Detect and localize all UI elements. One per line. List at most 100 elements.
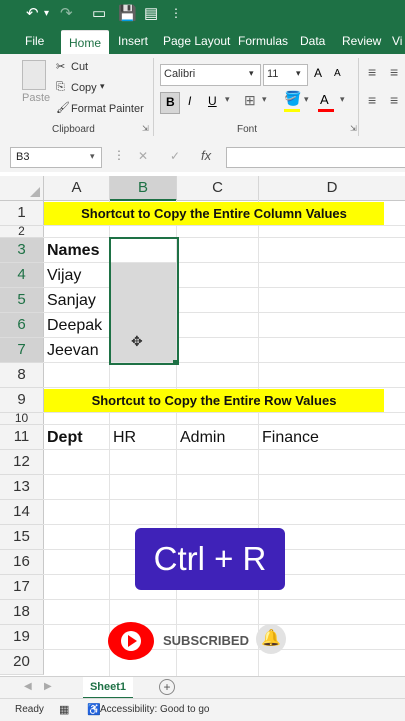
chevron-down-icon[interactable]: ▾ bbox=[304, 94, 309, 105]
dept-value-cell[interactable]: HR bbox=[113, 429, 136, 447]
italic-button[interactable]: I bbox=[188, 94, 191, 108]
row-header-14[interactable]: 14 bbox=[0, 500, 44, 525]
ribbon-tabs: File Home Insert Page Layout Formulas Da… bbox=[0, 28, 405, 55]
enter-icon[interactable]: ✓ bbox=[170, 149, 180, 163]
dept-value-cell[interactable]: Admin bbox=[180, 429, 225, 447]
tab-data[interactable]: Data bbox=[300, 28, 325, 54]
redo-icon[interactable]: ↷ bbox=[60, 4, 73, 22]
touch-mode-icon[interactable]: ▭ bbox=[92, 4, 106, 22]
borders-icon[interactable]: ⊞ bbox=[244, 92, 256, 109]
row-header-16[interactable]: 16 bbox=[0, 550, 44, 575]
row-header-7[interactable]: 7 bbox=[0, 338, 44, 363]
scroll-right-icon[interactable]: ▶ bbox=[44, 681, 52, 692]
scissors-icon[interactable]: ✂ bbox=[56, 60, 65, 73]
column-header-b[interactable]: B bbox=[110, 176, 177, 201]
chevron-down-icon[interactable]: ▾ bbox=[225, 94, 230, 105]
copy-button[interactable]: Copy bbox=[71, 82, 97, 94]
underline-button[interactable]: U bbox=[208, 94, 217, 108]
formula-input[interactable] bbox=[226, 147, 405, 168]
banner-row-shortcut[interactable]: Shortcut to Copy the Entire Row Values bbox=[44, 389, 384, 412]
format-painter-button[interactable]: Format Painter bbox=[71, 103, 144, 115]
chevron-down-icon[interactable]: ▾ bbox=[44, 8, 49, 19]
more-options-icon[interactable]: ⋮ bbox=[113, 148, 125, 162]
dept-value-cell[interactable]: Finance bbox=[262, 429, 319, 447]
dialog-launcher-icon[interactable]: ⇲ bbox=[142, 124, 149, 133]
align-left-icon[interactable]: ≡ bbox=[368, 92, 376, 108]
paste-button[interactable]: Paste bbox=[22, 92, 50, 104]
grow-font-icon[interactable]: A bbox=[314, 66, 322, 80]
column-header-d[interactable]: D bbox=[259, 176, 405, 201]
align-top-icon[interactable]: ≡ bbox=[368, 64, 376, 80]
form-icon[interactable]: ▤ bbox=[144, 4, 158, 22]
font-name-value: Calibri bbox=[164, 68, 196, 80]
scroll-left-icon[interactable]: ◀ bbox=[24, 681, 32, 692]
names-header-cell[interactable]: Names bbox=[47, 242, 99, 260]
column-header-c[interactable]: C bbox=[177, 176, 259, 201]
save-icon[interactable]: 💾 bbox=[118, 4, 137, 22]
undo-icon[interactable]: ↶ bbox=[26, 4, 39, 22]
format-painter-icon[interactable]: 🖌 bbox=[56, 101, 70, 114]
fill-color-icon[interactable]: 🪣 bbox=[284, 90, 301, 107]
dept-label-cell[interactable]: Dept bbox=[47, 429, 83, 447]
shrink-font-icon[interactable]: A bbox=[334, 68, 341, 79]
tab-review[interactable]: Review bbox=[342, 28, 381, 54]
paste-icon[interactable] bbox=[22, 60, 46, 90]
row-header-8[interactable]: 8 bbox=[0, 363, 44, 388]
sheet-tab-sheet1[interactable]: Sheet1 bbox=[83, 677, 133, 699]
tab-page-layout[interactable]: Page Layout bbox=[163, 28, 230, 54]
font-size-box[interactable]: 11 ▾ bbox=[263, 64, 308, 86]
row-header-13[interactable]: 13 bbox=[0, 475, 44, 500]
row-header-9[interactable]: 9 bbox=[0, 388, 44, 413]
tab-view[interactable]: Vi bbox=[392, 28, 402, 54]
row-header-15[interactable]: 15 bbox=[0, 525, 44, 550]
fill-handle[interactable] bbox=[173, 360, 178, 365]
row-header-10[interactable]: 10 bbox=[0, 413, 44, 425]
gridline bbox=[43, 474, 405, 475]
bold-button[interactable]: B bbox=[160, 92, 180, 114]
row-header-18[interactable]: 18 bbox=[0, 600, 44, 625]
row-header-5[interactable]: 5 bbox=[0, 288, 44, 313]
macro-record-icon[interactable]: ▦ bbox=[59, 703, 69, 716]
row-header-20[interactable]: 20 bbox=[0, 650, 44, 675]
insert-function-icon[interactable]: fx bbox=[201, 148, 211, 163]
more-icon[interactable]: ⋮ bbox=[170, 6, 182, 20]
row-header-4[interactable]: 4 bbox=[0, 263, 44, 288]
align-center-icon[interactable]: ≡ bbox=[390, 92, 398, 108]
cut-button[interactable]: Cut bbox=[71, 61, 88, 73]
add-sheet-icon[interactable]: + bbox=[159, 679, 175, 695]
row-header-3[interactable]: 3 bbox=[0, 238, 44, 263]
align-middle-icon[interactable]: ≡ bbox=[390, 64, 398, 80]
select-all-corner[interactable] bbox=[0, 176, 44, 201]
row-header-6[interactable]: 6 bbox=[0, 313, 44, 338]
tab-file[interactable]: File bbox=[25, 28, 44, 54]
name-cell[interactable]: Vijay bbox=[47, 267, 81, 285]
row-header-1[interactable]: 1 bbox=[0, 201, 44, 226]
selection-border[interactable] bbox=[109, 237, 179, 365]
row-header-19[interactable]: 19 bbox=[0, 625, 44, 650]
tab-home[interactable]: Home bbox=[61, 30, 110, 55]
dialog-launcher-icon[interactable]: ⇲ bbox=[350, 124, 357, 133]
chevron-down-icon[interactable]: ▾ bbox=[262, 94, 267, 105]
name-cell[interactable]: Deepak bbox=[47, 317, 102, 335]
accessibility-icon[interactable]: ♿ bbox=[87, 703, 101, 716]
chevron-down-icon[interactable]: ▾ bbox=[340, 94, 345, 105]
name-cell[interactable]: Jeevan bbox=[47, 342, 99, 360]
tab-formulas[interactable]: Formulas bbox=[238, 28, 288, 54]
copy-icon[interactable]: ⎘ bbox=[56, 81, 65, 94]
row-header-11[interactable]: 11 bbox=[0, 425, 44, 450]
name-box[interactable]: B3 ▾ bbox=[10, 147, 102, 168]
name-cell[interactable]: Sanjay bbox=[47, 292, 96, 310]
play-triangle-icon bbox=[128, 635, 137, 647]
gridline bbox=[43, 599, 405, 600]
chevron-down-icon[interactable]: ▾ bbox=[100, 81, 105, 92]
cancel-icon[interactable]: ✕ bbox=[138, 149, 148, 163]
accessibility-status[interactable]: Accessibility: Good to go bbox=[100, 704, 210, 715]
row-header-17[interactable]: 17 bbox=[0, 575, 44, 600]
font-name-box[interactable]: Calibri ▾ bbox=[160, 64, 261, 86]
column-header-a[interactable]: A bbox=[44, 176, 110, 201]
font-color-icon[interactable]: A bbox=[320, 92, 329, 107]
row-header-2[interactable]: 2 bbox=[0, 226, 44, 238]
row-header-12[interactable]: 12 bbox=[0, 450, 44, 475]
banner-column-shortcut[interactable]: Shortcut to Copy the Entire Column Value… bbox=[44, 202, 384, 225]
tab-insert[interactable]: Insert bbox=[118, 28, 148, 54]
